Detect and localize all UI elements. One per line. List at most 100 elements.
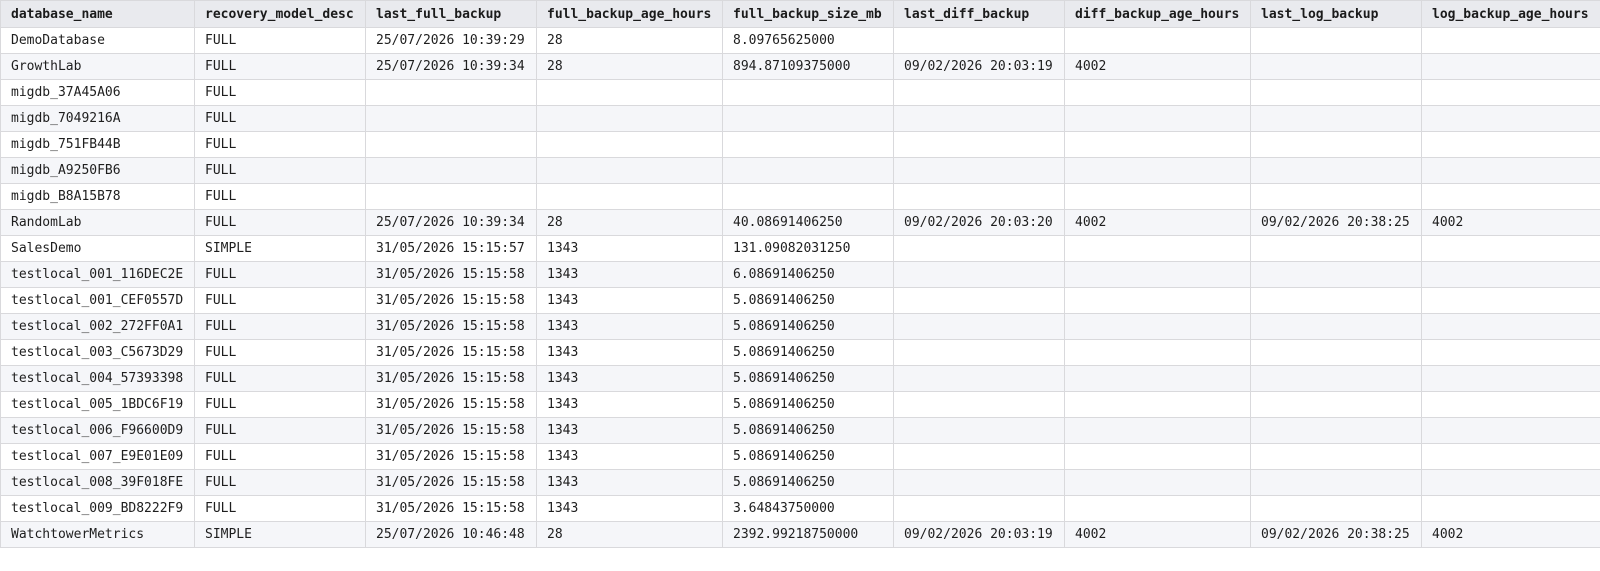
cell-diff-backup-age-hours[interactable] — [1064, 313, 1251, 340]
cell-diff-backup-age-hours[interactable] — [1064, 469, 1251, 496]
cell-last-diff-backup[interactable] — [893, 105, 1065, 132]
table-row[interactable]: testlocal_006_F96600D9 FULL 31/05/2026 15:… — [0, 417, 1600, 444]
cell-database-name[interactable]: GrowthLab — [0, 53, 195, 80]
cell-database-name[interactable]: migdb_B8A15B78 — [0, 183, 195, 210]
table-row[interactable]: testlocal_004_57393398 FULL 31/05/2026 15:… — [0, 365, 1600, 392]
table-row[interactable]: testlocal_008_39F018FE FULL 31/05/2026 15:… — [0, 469, 1600, 496]
cell-last-full-backup[interactable]: 25/07/2026 10:46:48 — [365, 521, 537, 548]
cell-diff-backup-age-hours[interactable] — [1064, 105, 1251, 132]
cell-database-name[interactable]: testlocal_001_CEF0557D — [0, 287, 195, 314]
cell-last-diff-backup[interactable] — [893, 157, 1065, 184]
cell-last-diff-backup[interactable] — [893, 261, 1065, 288]
cell-last-diff-backup[interactable] — [893, 183, 1065, 210]
cell-recovery-model-desc[interactable]: FULL — [194, 183, 366, 210]
cell-database-name[interactable]: SalesDemo — [0, 235, 195, 262]
column-header-last-full-backup[interactable]: last_full_backup — [365, 0, 537, 28]
cell-last-diff-backup[interactable] — [893, 235, 1065, 262]
cell-database-name[interactable]: RandomLab — [0, 209, 195, 236]
cell-full-backup-size-mb[interactable]: 5.08691406250 — [722, 339, 894, 366]
column-header-last-log-backup[interactable]: last_log_backup — [1250, 0, 1422, 28]
table-row[interactable]: testlocal_009_BD8222F9 FULL 31/05/2026 15:… — [0, 495, 1600, 522]
column-header-database-name[interactable]: database_name — [0, 0, 195, 28]
table-row[interactable]: migdb_7049216A FULL — [0, 105, 1600, 132]
cell-last-log-backup[interactable] — [1250, 183, 1422, 210]
cell-log-backup-age-hours[interactable] — [1421, 157, 1600, 184]
cell-log-backup-age-hours[interactable] — [1421, 417, 1600, 444]
cell-diff-backup-age-hours[interactable] — [1064, 183, 1251, 210]
cell-last-log-backup[interactable] — [1250, 365, 1422, 392]
table-row[interactable]: migdb_B8A15B78 FULL — [0, 183, 1600, 210]
cell-full-backup-size-mb[interactable]: 131.09082031250 — [722, 235, 894, 262]
cell-recovery-model-desc[interactable]: FULL — [194, 27, 366, 54]
cell-full-backup-age-hours[interactable]: 1343 — [536, 339, 723, 366]
cell-log-backup-age-hours[interactable] — [1421, 469, 1600, 496]
cell-full-backup-age-hours[interactable]: 1343 — [536, 365, 723, 392]
cell-log-backup-age-hours[interactable] — [1421, 105, 1600, 132]
cell-log-backup-age-hours[interactable] — [1421, 53, 1600, 80]
cell-last-full-backup[interactable]: 31/05/2026 15:15:58 — [365, 365, 537, 392]
table-row[interactable]: DemoDatabase FULL 25/07/2026 10:39:29 28 8.0… — [0, 27, 1600, 54]
cell-full-backup-size-mb[interactable]: 5.08691406250 — [722, 443, 894, 470]
cell-full-backup-size-mb[interactable]: 5.08691406250 — [722, 417, 894, 444]
cell-last-full-backup[interactable]: 25/07/2026 10:39:34 — [365, 53, 537, 80]
cell-last-diff-backup[interactable] — [893, 443, 1065, 470]
cell-recovery-model-desc[interactable]: FULL — [194, 469, 366, 496]
cell-recovery-model-desc[interactable]: FULL — [194, 209, 366, 236]
cell-recovery-model-desc[interactable]: SIMPLE — [194, 235, 366, 262]
cell-last-log-backup[interactable] — [1250, 157, 1422, 184]
cell-diff-backup-age-hours[interactable] — [1064, 287, 1251, 314]
cell-diff-backup-age-hours[interactable] — [1064, 131, 1251, 158]
cell-full-backup-age-hours[interactable]: 1343 — [536, 261, 723, 288]
cell-log-backup-age-hours[interactable] — [1421, 313, 1600, 340]
cell-recovery-model-desc[interactable]: FULL — [194, 287, 366, 314]
cell-diff-backup-age-hours[interactable]: 4002 — [1064, 53, 1251, 80]
cell-diff-backup-age-hours[interactable]: 4002 — [1064, 209, 1251, 236]
cell-database-name[interactable]: migdb_7049216A — [0, 105, 195, 132]
column-header-last-diff-backup[interactable]: last_diff_backup — [893, 0, 1065, 28]
cell-full-backup-size-mb[interactable] — [722, 131, 894, 158]
cell-full-backup-age-hours[interactable]: 1343 — [536, 417, 723, 444]
cell-last-log-backup[interactable] — [1250, 417, 1422, 444]
cell-full-backup-age-hours[interactable]: 1343 — [536, 235, 723, 262]
cell-last-full-backup[interactable]: 31/05/2026 15:15:58 — [365, 469, 537, 496]
cell-last-full-backup[interactable] — [365, 157, 537, 184]
cell-last-full-backup[interactable] — [365, 105, 537, 132]
cell-full-backup-size-mb[interactable]: 6.08691406250 — [722, 261, 894, 288]
cell-diff-backup-age-hours[interactable] — [1064, 339, 1251, 366]
cell-full-backup-age-hours[interactable]: 1343 — [536, 287, 723, 314]
table-row[interactable]: testlocal_001_116DEC2E FULL 31/05/2026 15:… — [0, 261, 1600, 288]
cell-full-backup-size-mb[interactable]: 5.08691406250 — [722, 365, 894, 392]
cell-last-diff-backup[interactable] — [893, 365, 1065, 392]
cell-last-log-backup[interactable] — [1250, 443, 1422, 470]
cell-last-log-backup[interactable]: 09/02/2026 20:38:25 — [1250, 521, 1422, 548]
cell-last-log-backup[interactable] — [1250, 495, 1422, 522]
cell-last-diff-backup[interactable] — [893, 417, 1065, 444]
cell-last-log-backup[interactable] — [1250, 287, 1422, 314]
cell-last-diff-backup[interactable] — [893, 287, 1065, 314]
table-row[interactable]: testlocal_003_C5673D29 FULL 31/05/2026 15:… — [0, 339, 1600, 366]
cell-full-backup-size-mb[interactable]: 894.87109375000 — [722, 53, 894, 80]
cell-recovery-model-desc[interactable]: FULL — [194, 131, 366, 158]
cell-recovery-model-desc[interactable]: FULL — [194, 365, 366, 392]
cell-last-diff-backup[interactable] — [893, 469, 1065, 496]
cell-recovery-model-desc[interactable]: FULL — [194, 53, 366, 80]
cell-log-backup-age-hours[interactable]: 4002 — [1421, 209, 1600, 236]
cell-last-diff-backup[interactable]: 09/02/2026 20:03:19 — [893, 521, 1065, 548]
cell-last-log-backup[interactable] — [1250, 339, 1422, 366]
cell-log-backup-age-hours[interactable] — [1421, 79, 1600, 106]
cell-full-backup-size-mb[interactable]: 5.08691406250 — [722, 313, 894, 340]
cell-database-name[interactable]: testlocal_007_E9E01E09 — [0, 443, 195, 470]
cell-full-backup-age-hours[interactable] — [536, 157, 723, 184]
cell-last-diff-backup[interactable] — [893, 27, 1065, 54]
cell-full-backup-size-mb[interactable]: 5.08691406250 — [722, 391, 894, 418]
cell-diff-backup-age-hours[interactable] — [1064, 495, 1251, 522]
cell-last-log-backup[interactable] — [1250, 261, 1422, 288]
cell-diff-backup-age-hours[interactable] — [1064, 391, 1251, 418]
cell-full-backup-size-mb[interactable]: 3.64843750000 — [722, 495, 894, 522]
column-header-full-backup-age-hours[interactable]: full_backup_age_hours — [536, 0, 723, 28]
cell-last-full-backup[interactable] — [365, 183, 537, 210]
cell-full-backup-age-hours[interactable] — [536, 183, 723, 210]
cell-full-backup-age-hours[interactable]: 28 — [536, 521, 723, 548]
table-row[interactable]: WatchtowerMetrics SIMPLE 25/07/2026 10:46:… — [0, 521, 1600, 548]
cell-last-diff-backup[interactable] — [893, 339, 1065, 366]
